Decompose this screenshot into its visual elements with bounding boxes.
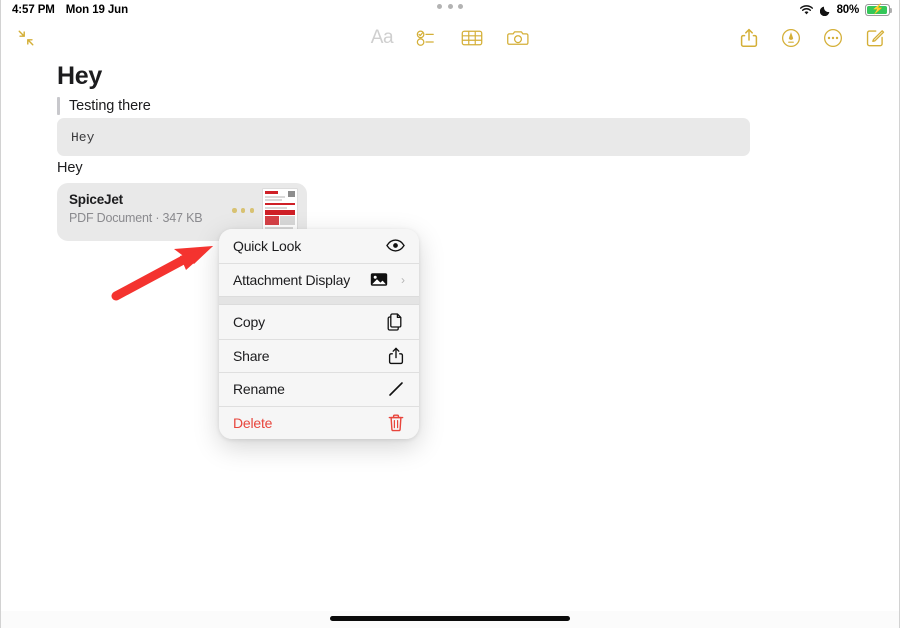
- collapse-arrows-icon[interactable]: [10, 20, 42, 56]
- menu-item-copy[interactable]: Copy: [219, 305, 419, 339]
- copy-icon: [386, 312, 405, 331]
- pencil-icon: [386, 380, 405, 399]
- note-toolbar: Aa: [0, 20, 900, 56]
- status-date: Mon 19 Jun: [65, 4, 129, 16]
- attachment-meta: PDF Document · 347 KB: [69, 211, 203, 225]
- battery-percent: 80%: [836, 4, 860, 16]
- share-icon[interactable]: [733, 20, 765, 56]
- menu-item-rename[interactable]: Rename: [219, 372, 419, 406]
- status-time: 4:57 PM: [12, 4, 55, 16]
- quote-bar-icon: [57, 97, 60, 115]
- camera-icon[interactable]: [502, 20, 534, 56]
- status-bar-right: 80% ⚡: [799, 4, 893, 16]
- battery-charging-icon: ⚡: [865, 4, 893, 16]
- menu-item-label: Attachment Display: [233, 271, 351, 288]
- format-aa-button[interactable]: Aa: [366, 20, 398, 56]
- menu-item-delete[interactable]: Delete: [219, 405, 419, 439]
- status-bar-left: 4:57 PM Mon 19 Jun: [12, 4, 128, 16]
- code-block[interactable]: Hey: [57, 118, 750, 156]
- markup-pen-icon[interactable]: [775, 20, 807, 56]
- quote-block: Testing there: [57, 97, 151, 115]
- menu-item-label: Rename: [233, 381, 285, 398]
- menu-item-share[interactable]: Share: [219, 338, 419, 372]
- quote-text: Testing there: [69, 98, 151, 114]
- moon-icon: [819, 5, 831, 16]
- checklist-icon[interactable]: [410, 20, 442, 56]
- more-ellipsis-icon[interactable]: [817, 20, 849, 56]
- status-bar: 4:57 PM Mon 19 Jun 80% ⚡: [0, 0, 900, 20]
- note-body[interactable]: Hey Testing there Hey Hey SpiceJet PDF D…: [0, 56, 900, 611]
- menu-item-attachment-display[interactable]: Attachment Display ›: [219, 262, 419, 296]
- menu-item-label: Copy: [233, 313, 265, 330]
- code-block-text: Hey: [71, 129, 95, 145]
- attachment-context-menu[interactable]: Quick Look Attachment Display › Copy Sha…: [219, 229, 419, 439]
- ipad-notes-screen: 4:57 PM Mon 19 Jun 80% ⚡ Aa Hey Testing …: [0, 0, 900, 628]
- wifi-icon: [799, 4, 814, 16]
- chevron-right-icon: ›: [401, 272, 405, 287]
- home-indicator-bar[interactable]: [330, 616, 570, 621]
- trash-icon: [386, 413, 405, 432]
- menu-item-quick-look[interactable]: Quick Look: [219, 229, 419, 263]
- page-title: Hey: [57, 62, 102, 90]
- menu-item-label: Delete: [233, 414, 273, 431]
- table-icon[interactable]: [456, 20, 488, 56]
- attachment-name: SpiceJet: [69, 192, 123, 207]
- menu-separator: [219, 296, 419, 305]
- note-paragraph: Hey: [57, 160, 83, 176]
- menu-item-label: Quick Look: [233, 237, 302, 254]
- menu-item-label: Share: [233, 347, 270, 364]
- multitasking-dots-icon[interactable]: [437, 4, 463, 9]
- attachment-more-dots-icon[interactable]: [232, 208, 254, 213]
- home-indicator-area: [0, 611, 900, 628]
- share-icon: [386, 346, 405, 365]
- eye-icon: [386, 236, 405, 255]
- compose-icon[interactable]: [859, 20, 891, 56]
- photo-icon: [369, 270, 388, 289]
